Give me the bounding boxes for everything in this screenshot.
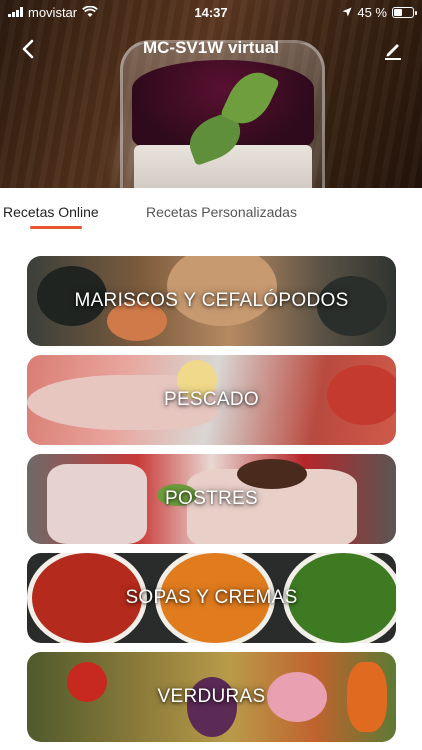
category-card-pescado[interactable]: PESCADO xyxy=(27,355,396,445)
tab-recetas-personalizadas[interactable]: Recetas Personalizadas xyxy=(146,204,297,220)
category-label: MARISCOS Y CEFALÓPODOS xyxy=(74,290,349,311)
category-label: POSTRES xyxy=(165,488,258,509)
clock: 14:37 xyxy=(194,4,228,20)
page-title: MC-SV1W virtual xyxy=(142,38,280,57)
category-label: VERDURAS xyxy=(157,686,266,707)
category-card-mariscos[interactable]: MARISCOS Y CEFALÓPODOS xyxy=(27,256,396,346)
header-hero-image: movistar 14:37 45 % MC-SV1W virtual xyxy=(0,0,422,188)
battery-icon xyxy=(392,6,417,18)
tab-bar: Recetas Online Recetas Personalizadas xyxy=(0,188,422,232)
category-card-verduras[interactable]: VERDURAS xyxy=(27,652,396,742)
nav-bar: MC-SV1W virtual xyxy=(0,28,422,68)
category-card-sopas[interactable]: SOPAS Y CREMAS xyxy=(27,553,396,643)
tab-recetas-online[interactable]: Recetas Online xyxy=(3,204,99,220)
active-tab-indicator xyxy=(30,226,82,229)
category-label: PESCADO xyxy=(163,389,259,410)
status-bar: movistar 14:37 45 % xyxy=(0,0,422,24)
category-label: SOPAS Y CREMAS xyxy=(125,587,298,608)
edit-button[interactable] xyxy=(380,36,406,62)
category-card-postres[interactable]: POSTRES xyxy=(27,454,396,544)
